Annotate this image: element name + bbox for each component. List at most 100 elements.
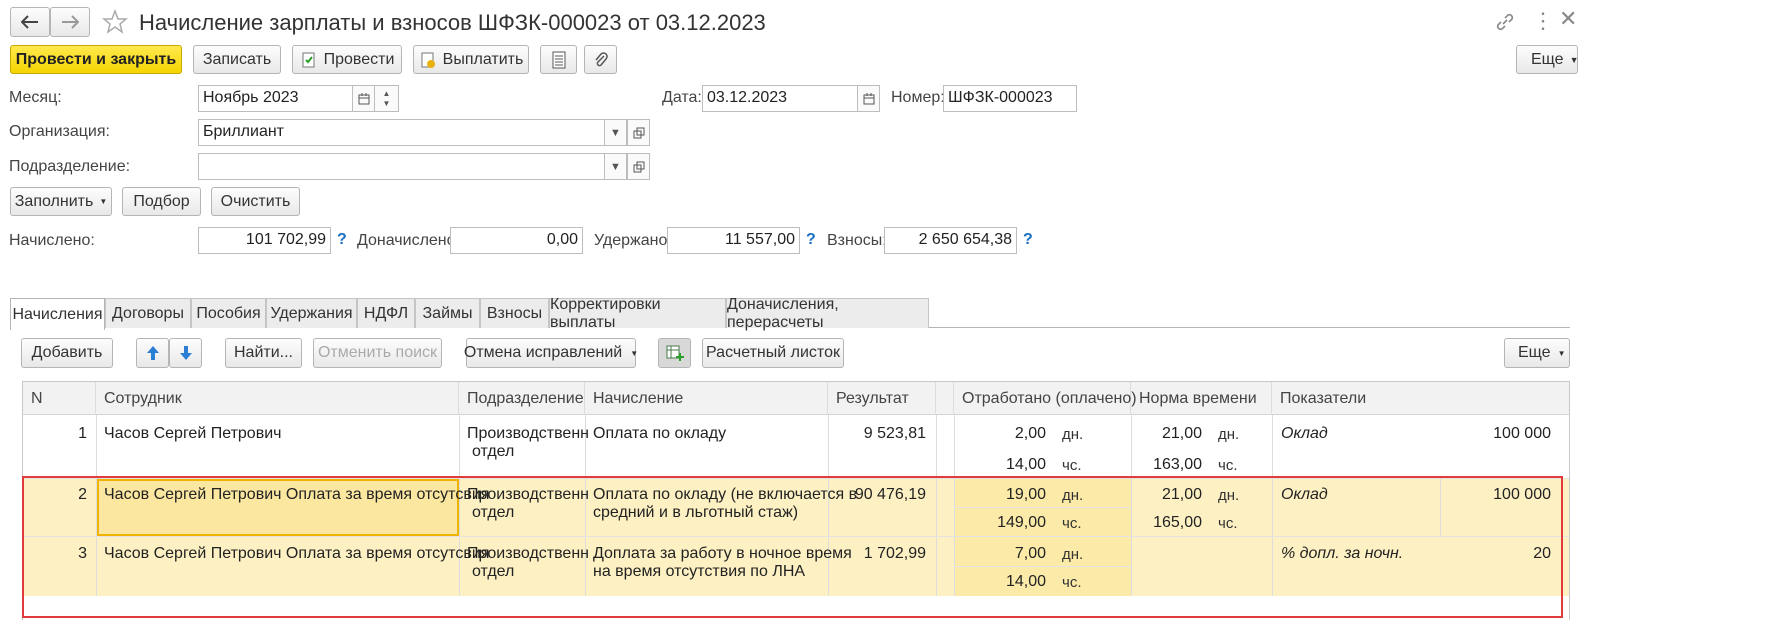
department-open-button[interactable]	[627, 153, 650, 180]
fill-button[interactable]: Заполнить ▼	[10, 187, 112, 216]
withheld-label: Удержано:	[594, 232, 672, 249]
tab-payment-corrections[interactable]: Корректировки выплаты	[549, 296, 726, 331]
employee-cell[interactable]: Часов Сергей Петрович	[104, 425, 281, 443]
arrow-up-icon	[146, 346, 159, 360]
post-and-close-button[interactable]: Провести и закрыть	[10, 45, 182, 74]
cancel-corrections-button[interactable]: Отмена исправлений ▼	[463, 338, 638, 368]
department-dropdown-button[interactable]: ▼	[604, 153, 627, 180]
month-stepper[interactable]: ▲ ▼	[374, 85, 399, 112]
accrued-help-icon[interactable]: ?	[337, 231, 347, 249]
attach-button[interactable]	[584, 45, 617, 74]
contributions-label: Взносы:	[827, 232, 887, 249]
cancel-corrections-label: Отмена исправлений	[463, 344, 623, 361]
add-button[interactable]: Добавить	[21, 338, 113, 368]
dropdown-arrow-icon: ▼	[99, 197, 108, 206]
open-window-icon	[633, 127, 644, 138]
days-unit: дн.	[1062, 426, 1084, 443]
dropdown-arrow-icon: ▼	[1557, 348, 1566, 358]
norm-hours-cell[interactable]: 163,00	[1131, 456, 1202, 474]
arrow-right-icon	[62, 15, 79, 29]
organization-open-button[interactable]	[627, 119, 650, 146]
more-button[interactable]: Еще ▼	[1516, 45, 1578, 74]
result-cell[interactable]: 9 523,81	[828, 425, 926, 443]
column-header-department[interactable]: Подразделение	[459, 382, 585, 415]
withheld-field: 11 557,00	[667, 227, 800, 254]
department-cell[interactable]: Производственн	[467, 425, 589, 443]
pay-label: Выплатить	[442, 50, 524, 68]
tab-contributions[interactable]: Взносы	[480, 298, 549, 328]
number-field[interactable]: ШФЗК-000023	[943, 85, 1077, 112]
column-header-norm[interactable]: Норма времени	[1131, 382, 1272, 415]
organization-field[interactable]: Бриллиант	[198, 119, 605, 146]
pay-button[interactable]: Выплатить	[413, 45, 529, 74]
indicator-name-cell[interactable]: Оклад	[1281, 425, 1328, 443]
tab-contracts[interactable]: Договоры	[105, 298, 191, 328]
link-icon[interactable]	[1494, 11, 1516, 33]
hours-unit: чс.	[1062, 457, 1082, 474]
department-cell-line2: отдел	[472, 443, 515, 460]
stepper-down-icon[interactable]: ▼	[383, 99, 391, 109]
tab-benefits[interactable]: Пособия	[191, 298, 266, 328]
stepper-up-icon[interactable]: ▲	[383, 89, 391, 99]
norm-days-cell[interactable]: 21,00	[1131, 425, 1202, 443]
paperclip-icon	[594, 51, 608, 66]
tab-accruals[interactable]: Начисления	[10, 298, 105, 330]
select-button[interactable]: Подбор	[122, 187, 201, 216]
column-header-employee[interactable]: Сотрудник	[96, 382, 459, 415]
report-icon	[552, 51, 565, 68]
tab-deductions[interactable]: Удержания	[266, 298, 357, 328]
accrual-cell[interactable]: Оплата по окладу	[593, 425, 726, 443]
date-calendar-button[interactable]	[857, 85, 880, 112]
page-title: Начисление зарплаты и взносов ШФЗК-00002…	[139, 10, 766, 35]
month-calendar-button[interactable]	[352, 85, 375, 112]
days-unit: дн.	[1218, 426, 1240, 443]
month-field[interactable]: Ноябрь 2023	[198, 85, 353, 112]
post-label: Провести	[323, 50, 395, 68]
month-label: Месяц:	[9, 89, 62, 106]
calendar-icon	[358, 92, 369, 104]
date-field[interactable]: 03.12.2023	[702, 85, 858, 112]
accrued-label: Начислено:	[9, 232, 95, 249]
star-icon[interactable]	[102, 9, 128, 35]
dropdown-arrow-icon: ▼	[610, 126, 621, 139]
find-button[interactable]: Найти...	[225, 338, 302, 368]
worked-hours-cell[interactable]: 14,00	[954, 456, 1046, 474]
back-button[interactable]	[10, 7, 50, 37]
row-number: 1	[78, 425, 87, 442]
report-button[interactable]	[540, 45, 577, 74]
move-down-button[interactable]	[169, 338, 202, 368]
column-header-worked[interactable]: Отработано (оплачено)	[954, 382, 1137, 415]
number-label: Номер:	[891, 89, 945, 106]
cancel-search-button[interactable]: Отменить поиск	[313, 338, 442, 368]
column-header-indicators[interactable]: Показатели	[1272, 382, 1569, 415]
arrow-left-icon	[21, 15, 38, 29]
payslip-button[interactable]: Расчетный листок	[702, 338, 844, 368]
tab-recalculations[interactable]: Доначисления, перерасчеты	[726, 296, 929, 331]
organization-dropdown-button[interactable]: ▼	[604, 119, 627, 146]
indicator-value-cell[interactable]: 100 000	[1440, 425, 1551, 443]
dropdown-arrow-icon: ▼	[1569, 54, 1579, 65]
save-button[interactable]: Записать	[193, 45, 281, 74]
withheld-help-icon[interactable]: ?	[806, 231, 816, 249]
tab-loans[interactable]: Займы	[415, 298, 480, 328]
table-add-icon	[666, 345, 684, 361]
organization-label: Организация:	[9, 123, 110, 140]
add-table-button[interactable]	[658, 338, 691, 368]
calendar-icon	[863, 92, 874, 104]
tab-ndfl[interactable]: НДФЛ	[357, 298, 415, 328]
column-header-n[interactable]: N	[23, 382, 96, 415]
department-field[interactable]	[198, 153, 605, 180]
highlight-frame	[22, 476, 1563, 618]
clear-button[interactable]: Очистить	[211, 187, 300, 216]
contributions-help-icon[interactable]: ?	[1023, 231, 1033, 249]
more-label: Еще	[1531, 50, 1564, 68]
worked-days-cell[interactable]: 2,00	[954, 425, 1046, 443]
forward-button[interactable]	[50, 7, 90, 37]
kebab-menu-icon[interactable]: ⋮	[1532, 8, 1554, 34]
close-icon[interactable]: ✕	[1559, 6, 1577, 32]
column-header-accrual[interactable]: Начисление	[585, 382, 828, 415]
move-up-button[interactable]	[136, 338, 169, 368]
table-more-button[interactable]: Еще ▼	[1504, 338, 1570, 368]
column-header-result[interactable]: Результат	[828, 382, 936, 415]
post-button[interactable]: Провести	[292, 45, 402, 74]
